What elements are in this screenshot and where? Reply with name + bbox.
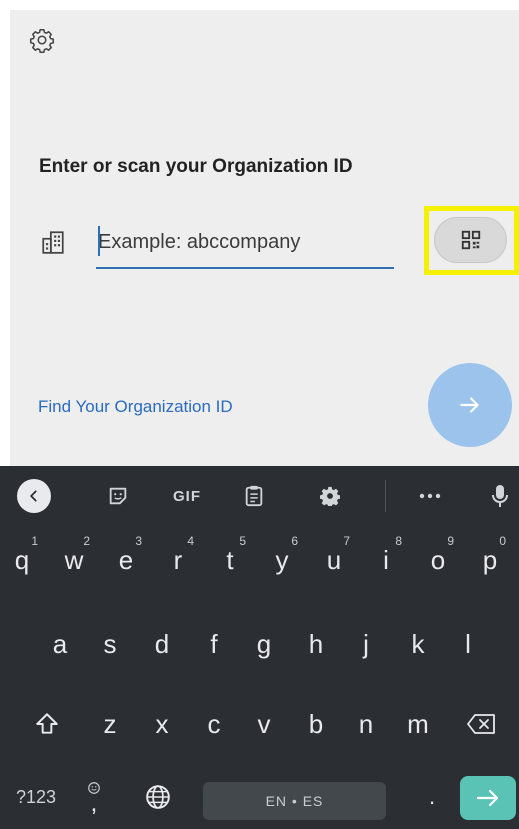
find-organization-id-link[interactable]: Find Your Organization ID bbox=[38, 397, 233, 417]
gif-icon: GIF bbox=[173, 487, 201, 505]
shift-icon bbox=[36, 713, 58, 734]
key-u[interactable]: u7 bbox=[312, 532, 356, 588]
key-k[interactable]: k bbox=[396, 616, 440, 672]
language-key[interactable] bbox=[136, 772, 180, 822]
toolbar-divider bbox=[385, 480, 386, 512]
key-e[interactable]: e3 bbox=[104, 532, 148, 588]
key-g[interactable]: g bbox=[242, 616, 286, 672]
backspace-icon bbox=[467, 714, 495, 734]
page-heading: Enter or scan your Organization ID bbox=[39, 156, 353, 177]
period-key[interactable]: . bbox=[412, 772, 452, 822]
key-a[interactable]: a bbox=[38, 616, 82, 672]
key-i[interactable]: i8 bbox=[364, 532, 408, 588]
key-m[interactable]: m bbox=[396, 696, 440, 752]
key-s[interactable]: s bbox=[88, 616, 132, 672]
backspace-key[interactable] bbox=[454, 696, 508, 752]
key-p[interactable]: p0 bbox=[468, 532, 512, 588]
organization-login-panel: Enter or scan your Organization ID Find … bbox=[10, 10, 519, 466]
key-z[interactable]: z bbox=[88, 696, 132, 752]
key-h[interactable]: h bbox=[294, 616, 338, 672]
toolbar-back-button[interactable] bbox=[14, 478, 54, 514]
key-r[interactable]: r4 bbox=[156, 532, 200, 588]
keyboard-toolbar: GIF bbox=[0, 466, 519, 526]
text-cursor bbox=[98, 226, 100, 256]
on-screen-keyboard: GIF q1 w2 e3 r4 t5 y6 u7 i8 o 9 p 0 a s … bbox=[0, 466, 519, 829]
clipboard-button[interactable] bbox=[236, 478, 272, 514]
sticker-icon bbox=[109, 487, 127, 505]
organization-id-field[interactable] bbox=[96, 222, 396, 269]
key-row-1: q1 w2 e3 r4 t5 y6 u7 i8 o9 p0 bbox=[0, 532, 519, 588]
key-d[interactable]: d bbox=[140, 616, 184, 672]
more-button[interactable] bbox=[412, 478, 448, 514]
next-button[interactable] bbox=[428, 363, 512, 447]
key-x[interactable]: x bbox=[140, 696, 184, 752]
screen: Enter or scan your Organization ID Find … bbox=[0, 0, 519, 829]
key-n[interactable]: n bbox=[344, 696, 388, 752]
symbols-key[interactable]: ?123 bbox=[6, 772, 66, 822]
globe-icon bbox=[146, 785, 170, 809]
key-row-3: z x c v b n m bbox=[0, 696, 519, 752]
key-t[interactable]: t5 bbox=[208, 532, 252, 588]
gear-icon bbox=[29, 28, 55, 53]
sticker-button[interactable] bbox=[100, 478, 136, 514]
microphone-icon bbox=[492, 485, 508, 507]
settings-button[interactable] bbox=[24, 22, 60, 58]
key-w[interactable]: w2 bbox=[52, 532, 96, 588]
comma-key[interactable]: , bbox=[74, 772, 114, 822]
key-j[interactable]: j bbox=[344, 616, 388, 672]
more-icon bbox=[419, 493, 441, 499]
keyboard-settings-button[interactable] bbox=[312, 478, 348, 514]
gear-icon bbox=[320, 486, 340, 506]
organization-id-input[interactable] bbox=[96, 222, 396, 262]
building-icon bbox=[42, 231, 64, 254]
key-v[interactable]: v bbox=[242, 696, 286, 752]
key-b[interactable]: b bbox=[294, 696, 338, 752]
key-y[interactable]: y6 bbox=[260, 532, 304, 588]
gif-button[interactable]: GIF bbox=[160, 478, 214, 514]
key-o[interactable]: o9 bbox=[416, 532, 460, 588]
shift-key[interactable] bbox=[22, 696, 72, 752]
voice-input-button[interactable] bbox=[482, 478, 518, 514]
scan-qr-button[interactable] bbox=[434, 217, 507, 263]
qr-code-icon bbox=[461, 230, 480, 250]
key-q[interactable]: q1 bbox=[0, 532, 44, 588]
clipboard-icon bbox=[245, 485, 263, 507]
arrow-right-icon bbox=[476, 789, 499, 807]
key-f[interactable]: f bbox=[192, 616, 236, 672]
space-key[interactable]: EN • ES bbox=[203, 782, 386, 820]
key-l[interactable]: l bbox=[446, 616, 490, 672]
chevron-left-icon bbox=[30, 490, 37, 502]
enter-key[interactable] bbox=[460, 776, 516, 820]
key-row-2: a s d f g h j k l bbox=[0, 616, 519, 672]
key-c[interactable]: c bbox=[192, 696, 236, 752]
arrow-right-icon bbox=[460, 397, 479, 413]
